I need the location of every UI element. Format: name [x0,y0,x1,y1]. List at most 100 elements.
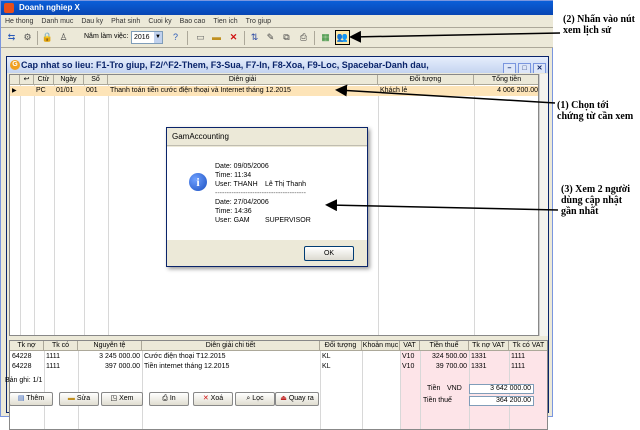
history-username-1: Lê Thị Thanh [265,181,306,188]
tools-icon[interactable]: ⚙ [21,31,34,44]
calculator-icon[interactable]: ▦ [319,31,332,44]
new-document-icon[interactable]: ▭ [194,31,207,44]
history-user-1: User: THANH [215,181,258,188]
chevron-down-icon[interactable]: ▼ [154,32,162,43]
filter-button[interactable]: ⌕ Lọc [235,392,275,406]
edit-icon: ▬ [67,395,75,402]
col-header-party[interactable]: Đối tượng [378,75,474,85]
annotation-history-button: (2) Nhấn vào nút xem lịch sử [563,14,635,36]
app-icon [4,3,14,13]
menu-phat-sinh[interactable]: Phat sinh [107,15,144,28]
col-header-date[interactable]: Ngày [54,75,84,85]
print-icon[interactable]: ⎙ [297,31,310,44]
history-dialog: GamAccounting i Date: 09/05/2006 Time: 1… [166,127,368,267]
menu-danh-muc[interactable]: Danh muc [37,15,77,28]
col-header-description[interactable]: Diễn giải [108,75,378,85]
print-button[interactable]: ⎙ In [149,392,189,406]
tax-total-label: Tiền thuế [423,397,452,404]
sort-icon[interactable]: ⇅ [248,31,261,44]
money-total: 3 642 000.00 [469,384,534,394]
help-icon[interactable]: ? [169,31,182,44]
delete-icon[interactable]: ✕ [227,31,240,44]
add-label: Thêm [26,395,45,402]
child-title: Cap nhat so lieu: F1-Tro giup, F2/^F2-Th… [21,60,429,70]
history-role-2: SUPERVISOR [265,217,311,224]
maximize-icon[interactable]: □ [518,63,531,73]
row-marker-header [10,75,20,85]
toolbar-separator [187,31,188,45]
ok-button[interactable]: OK [304,246,354,261]
user-icon[interactable]: ♙ [57,31,70,44]
menu-he-thong[interactable]: He thong [1,15,37,28]
grid-line [378,85,379,335]
cell-amount: 3 245 000.00 [99,353,140,360]
filter-icon: ⌕ [246,395,251,402]
toolbar-separator [314,31,315,45]
add-button[interactable]: ▤ Thêm [9,392,53,406]
grid-line [474,85,475,335]
menu-bao-cao[interactable]: Bao cao [176,15,210,28]
view-button[interactable]: ◳ Xem [101,392,143,406]
exit-button[interactable]: ⏏ Quay ra [275,392,319,406]
table-row[interactable]: 64228 1111 3 245 000.00 Cước điện thoại … [10,352,547,362]
col-header-vat[interactable]: VAT [400,341,420,351]
table-row[interactable]: 64228 1111 397 000.00 Tiền internet thán… [10,362,547,372]
col-header-tkco[interactable]: Tk có [44,341,78,351]
edit-button[interactable]: ▬ Sửa [59,392,99,406]
minimize-icon[interactable]: – [503,63,516,73]
col-header-detail-party[interactable]: Đối tượng [320,341,362,351]
cell-detail-party: KL [322,353,331,360]
delete-label: Xoá [210,395,224,402]
vertical-scrollbar[interactable] [539,74,548,336]
delete-button[interactable]: ✕ Xoá [193,392,233,406]
year-value: 2016 [134,34,150,41]
print-label: In [169,395,176,402]
history-time-1: Time: 11:34 [215,172,252,179]
cell-detail-description: Cước điện thoại T12.2015 [144,353,226,360]
col-header-tknovat[interactable]: Tk nợ VAT [469,341,509,351]
edit-label: Sửa [76,395,91,402]
history-icon[interactable]: 👥 [335,30,350,45]
year-label: Năm làm việc: [84,33,129,40]
menu-cuoi-ky[interactable]: Cuoi ky [144,15,175,28]
table-row[interactable]: ▶ PC 01/01 001 Thanh toán tiền cước điện… [10,86,538,96]
folder-icon[interactable]: ▬ [210,31,223,44]
annotation-last-users: (3) Xem 2 người dùng cập nhật gần nhất [561,184,631,217]
cell-total: 4 006 200.00 [497,87,538,94]
menu-dau-ky[interactable]: Dau ky [77,15,107,28]
menu-tro-giup[interactable]: Tro giup [242,15,275,28]
history-time-2: Time: 14:36 [215,208,252,215]
edit-icon[interactable]: ✎ [264,31,277,44]
toolbar: ⇆ ⚙ 🔒 ♙ Năm làm việc: 2016 ▼ ? ▭ ▬ ✕ ⇅ ✎ … [1,28,553,48]
lock-icon[interactable]: 🔒 [41,31,54,44]
col-header-ct[interactable]: Ctừ [34,75,54,85]
col-header-amount[interactable]: Nguyên tệ [78,341,142,351]
col-header-tkcovat[interactable]: Tk có VAT [509,341,547,351]
child-title-bar: G Cap nhat so lieu: F1-Tro giup, F2/^F2-… [7,57,548,73]
link-icon[interactable]: ⇆ [5,31,18,44]
cell-date: 01/01 [56,87,74,94]
cell-detail-description: Tiền internet tháng 12.2015 [144,363,230,370]
col-header-item[interactable]: Khoản mục [362,341,400,351]
year-select[interactable]: 2016 ▼ [131,31,163,44]
cell-vat: V10 [402,363,415,370]
cell-tknovat: 1331 [471,363,487,370]
col-header-tax[interactable]: Tiền thuế [420,341,469,351]
col-header-detail-description[interactable]: Diễn giải chi tiết [142,341,320,351]
cell-tkco: 1111 [46,363,61,370]
menu-tien-ich[interactable]: Tien ich [209,15,241,28]
filter-label: Lọc [252,395,264,402]
row-pointer-icon: ▶ [12,88,17,94]
col-header-number[interactable]: Số [84,75,108,85]
toolbar-separator [244,31,245,45]
cell-tax: 324 500.00 [431,353,467,360]
cell-tkcovat: 1111 [511,353,526,360]
currency-label: VND [447,385,462,392]
copy-icon[interactable]: ⧉ [280,31,293,44]
toolbar-separator [37,31,38,45]
close-icon[interactable]: ✕ [533,63,546,73]
grid-line [54,85,55,335]
col-header-total[interactable]: Tổng tiền [474,75,538,85]
col-header-tkno[interactable]: Tk nợ [10,341,44,351]
grid-line [108,85,109,335]
